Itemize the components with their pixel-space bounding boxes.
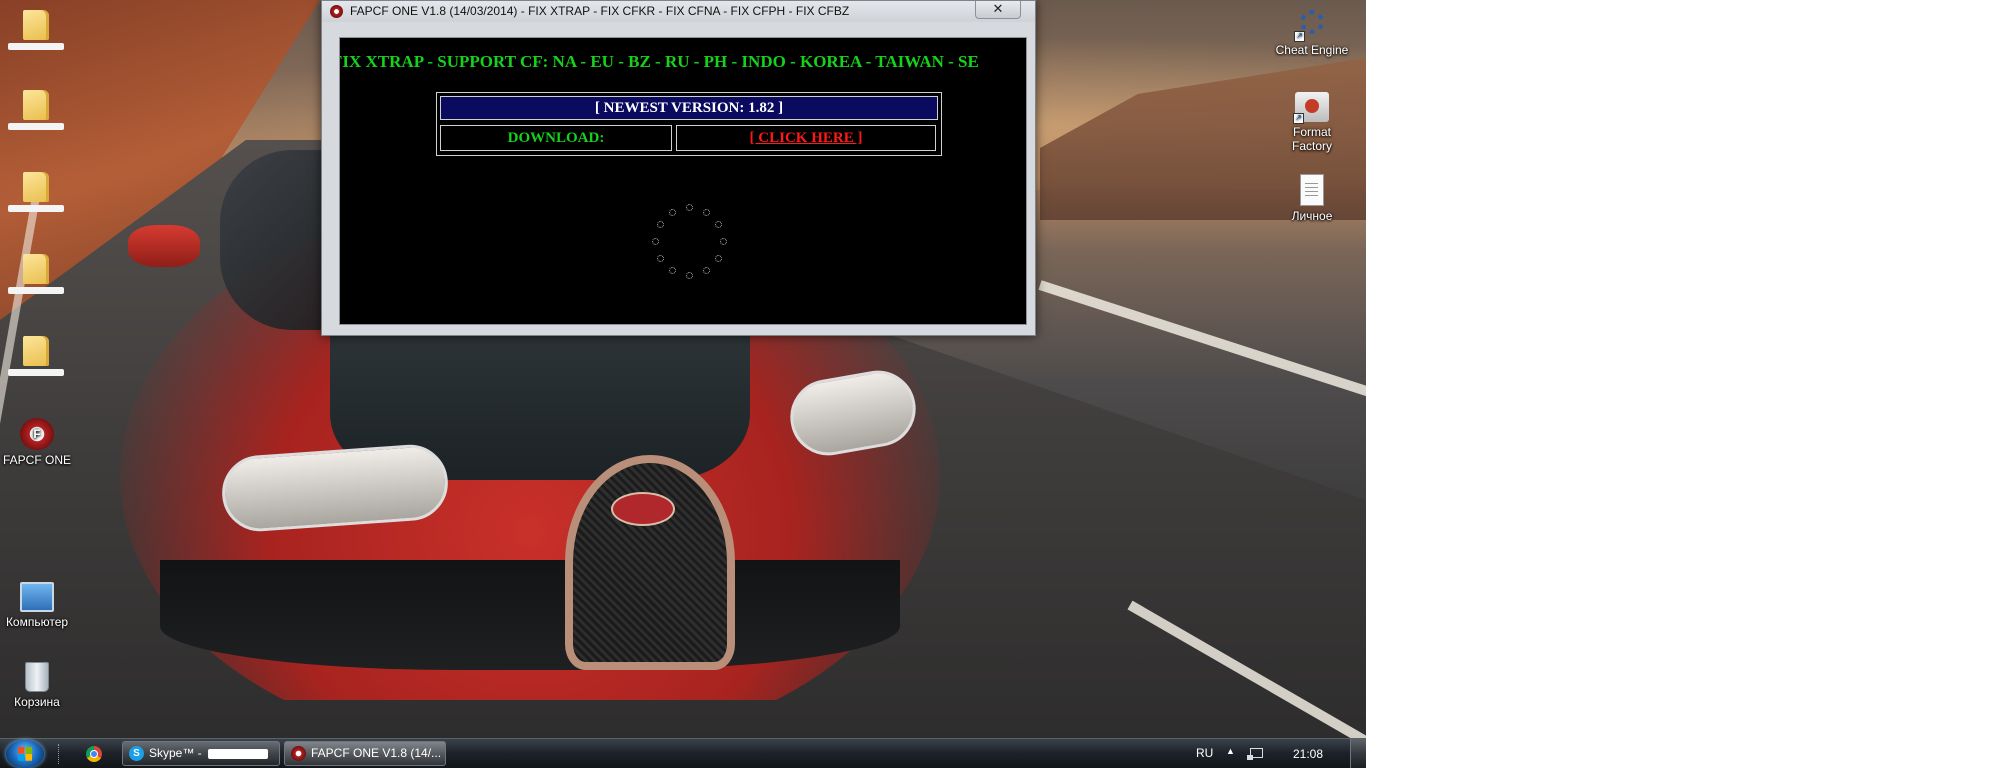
spinner-dot <box>652 238 659 245</box>
redacted-label <box>8 43 64 50</box>
wallpaper-car-grille <box>565 455 735 670</box>
desktop-icon-folder-1[interactable] <box>0 10 76 50</box>
spinner-dot <box>686 272 693 279</box>
skype-icon: S <box>129 746 144 761</box>
desktop-icon-label: FAPCF ONE <box>2 453 71 467</box>
redacted-label <box>8 287 64 294</box>
desktop-icon-computer[interactable]: Компьютер <box>0 582 77 629</box>
download-link[interactable]: [ CLICK HERE ] <box>676 125 936 151</box>
wallpaper-road-line <box>1038 280 1366 402</box>
folder-icon <box>23 172 49 202</box>
version-table: [ NEWEST VERSION: 1.82 ] DOWNLOAD: [ CLI… <box>436 92 942 156</box>
taskbar-button-skype[interactable]: S Skype™ - <box>122 741 280 766</box>
desktop-icon-recycle-bin[interactable]: Корзина <box>0 662 77 709</box>
redacted-label <box>8 369 64 376</box>
wallpaper-car-bumper <box>160 560 900 670</box>
redacted-label <box>207 748 268 759</box>
close-button[interactable]: ✕ <box>975 1 1021 19</box>
spinner-dot <box>669 267 676 275</box>
desktop-icon-fapcf-one[interactable]: F FAPCF ONE <box>0 418 77 467</box>
wallpaper-car-headlight <box>219 442 451 534</box>
spinner-dot <box>703 267 710 275</box>
download-label: DOWNLOAD: <box>440 125 672 151</box>
recycle-bin-icon <box>25 662 49 692</box>
computer-icon <box>20 582 54 612</box>
spinner-dot <box>686 204 693 211</box>
window-title: FAPCF ONE V1.8 (14/03/2014) - FIX XTRAP … <box>350 4 850 18</box>
desktop-icon-lichnoe[interactable]: Личное <box>1272 174 1352 223</box>
folder-icon <box>23 10 49 40</box>
desktop-icon-cheat-engine[interactable]: ↗ Cheat Engine <box>1272 8 1352 57</box>
show-desktop-button[interactable] <box>1350 739 1367 768</box>
format-factory-icon: ↗ <box>1293 92 1329 124</box>
clock[interactable]: 21:08 <box>1293 747 1323 761</box>
redacted-label <box>8 205 64 212</box>
taskbar: S Skype™ - FAPCF ONE V1.8 (14/... RU ▲ 2… <box>0 738 1367 768</box>
folder-icon <box>23 336 49 366</box>
window-client-area: FIX XTRAP - SUPPORT CF: NA - EU - BZ - R… <box>339 37 1027 325</box>
desktop-icon-folder-2[interactable] <box>0 90 76 130</box>
window-titlebar[interactable]: FAPCF ONE V1.8 (14/03/2014) - FIX XTRAP … <box>322 1 1035 22</box>
desktop-icon-format-factory[interactable]: ↗ Format Factory <box>1272 92 1352 153</box>
wallpaper-car-mirror <box>128 225 200 267</box>
wallpaper-car-badge <box>611 492 675 526</box>
cheat-engine-icon: ↗ <box>1294 8 1328 42</box>
desktop-icon-label: Компьютер <box>5 615 69 629</box>
close-icon: ✕ <box>992 1 1004 16</box>
language-indicator[interactable]: RU <box>1196 746 1213 760</box>
start-button[interactable] <box>6 740 44 768</box>
chrome-icon[interactable] <box>86 746 102 762</box>
fapcf-window: FAPCF ONE V1.8 (14/03/2014) - FIX XTRAP … <box>321 0 1036 336</box>
spinner-dot <box>656 221 664 228</box>
loading-spinner-icon <box>648 196 732 288</box>
desktop-icon-folder-3[interactable] <box>0 172 76 212</box>
desktop-icon-label: Cheat Engine <box>1275 43 1349 57</box>
app-icon <box>330 5 343 18</box>
document-icon <box>1300 174 1324 206</box>
network-icon[interactable] <box>1247 748 1263 760</box>
spinner-dot <box>703 208 710 216</box>
desktop-icon-label: Корзина <box>14 695 60 709</box>
tray-expand-icon[interactable]: ▲ <box>1226 746 1235 756</box>
spinner-dot <box>715 255 723 262</box>
taskbar-button-fapcf[interactable]: FAPCF ONE V1.8 (14/... <box>284 741 446 766</box>
desktop-icon-folder-4[interactable] <box>0 254 76 294</box>
spinner-dot <box>715 221 723 228</box>
spinner-dot <box>656 255 664 262</box>
taskbar-grip <box>58 744 63 764</box>
fapcf-one-icon: F <box>20 418 54 450</box>
folder-icon <box>23 90 49 120</box>
taskbar-button-label: FAPCF ONE V1.8 (14/... <box>311 746 442 760</box>
folder-icon <box>23 254 49 284</box>
newest-version-label: [ NEWEST VERSION: 1.82 ] <box>440 96 938 120</box>
desktop-icon-label: Личное <box>1291 209 1333 223</box>
spinner-dot <box>720 238 727 245</box>
desktop-icon-label: Format Factory <box>1291 125 1332 153</box>
taskbar-button-label: Skype™ - <box>149 746 202 760</box>
desktop-icon-folder-5[interactable] <box>0 336 76 376</box>
fapcf-one-icon <box>291 746 306 761</box>
redacted-label <box>8 123 64 130</box>
spinner-dot <box>669 208 676 216</box>
marquee-banner: FIX XTRAP - SUPPORT CF: NA - EU - BZ - R… <box>339 52 979 71</box>
